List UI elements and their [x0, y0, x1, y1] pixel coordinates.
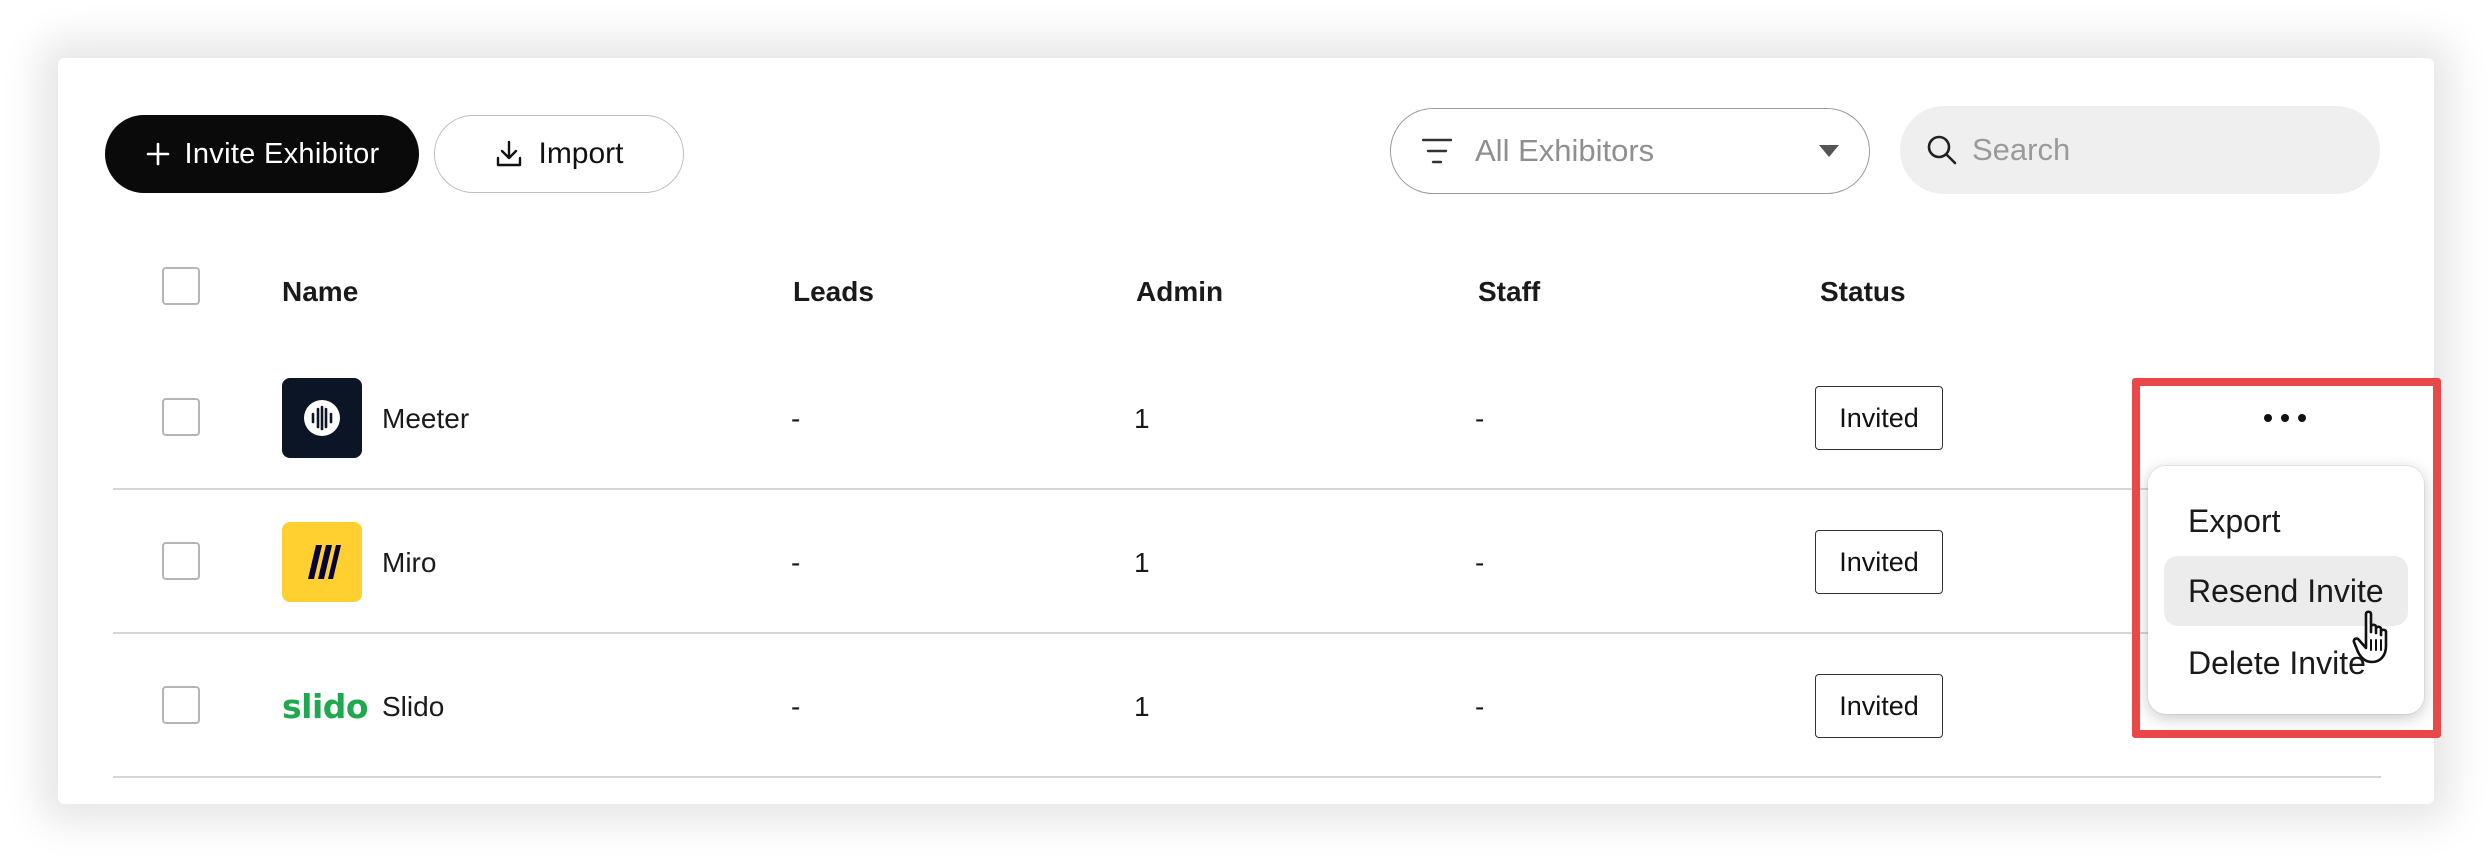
column-header-status[interactable]: Status — [1820, 276, 1906, 308]
staff-value: - — [1475, 403, 1485, 434]
row-divider — [113, 488, 2381, 490]
row-divider — [113, 776, 2381, 778]
search-input[interactable] — [1972, 132, 2352, 168]
slido-logo-text: slido — [282, 686, 369, 726]
miro-logo — [282, 522, 362, 602]
search-icon — [1927, 135, 1957, 165]
meeter-logo-icon — [304, 400, 340, 436]
download-icon — [497, 140, 522, 167]
exhibitor-name[interactable]: Miro — [382, 547, 436, 579]
leads-value: - — [791, 403, 801, 434]
menu-item-export[interactable]: Export — [2164, 486, 2408, 556]
column-header-leads[interactable]: Leads — [793, 276, 874, 308]
exhibitor-name[interactable]: Slido — [382, 691, 444, 723]
row-checkbox[interactable] — [162, 398, 200, 436]
status-badge: Invited — [1815, 530, 1943, 594]
invite-exhibitor-button[interactable]: Invite Exhibitor — [105, 115, 419, 193]
meeter-logo — [282, 378, 362, 458]
admin-value: 1 — [1134, 547, 1150, 578]
staff-value: - — [1475, 691, 1485, 722]
admin-value: 1 — [1134, 691, 1150, 722]
row-actions-kebab-icon[interactable] — [2255, 400, 2315, 436]
leads-value: - — [791, 691, 801, 722]
leads-value: - — [791, 547, 801, 578]
filter-icon — [1421, 138, 1453, 164]
row-divider — [113, 632, 2381, 634]
slido-logo: slido — [282, 666, 369, 746]
status-badge: Invited — [1815, 386, 1943, 450]
staff-value: - — [1475, 547, 1485, 578]
search-box[interactable] — [1900, 106, 2380, 194]
column-header-admin[interactable]: Admin — [1136, 276, 1223, 308]
row-checkbox[interactable] — [162, 542, 200, 580]
filter-value: All Exhibitors — [1475, 133, 1655, 168]
admin-value: 1 — [1134, 403, 1150, 434]
row-actions-menu: Export Resend Invite Delete Invite — [2148, 466, 2424, 714]
column-header-staff[interactable]: Staff — [1478, 276, 1540, 308]
exhibitor-name[interactable]: Meeter — [382, 403, 469, 435]
select-all-checkbox[interactable] — [162, 267, 200, 305]
status-badge: Invited — [1815, 674, 1943, 738]
import-button[interactable]: Import — [434, 115, 684, 193]
hand-pointer-cursor-icon — [2352, 610, 2388, 664]
invite-exhibitor-label: Invite Exhibitor — [184, 137, 380, 170]
exhibitor-filter-select[interactable]: All Exhibitors — [1390, 108, 1870, 194]
caret-down-icon — [1819, 145, 1839, 157]
plus-icon — [146, 142, 169, 166]
miro-logo-icon — [308, 545, 341, 579]
row-checkbox[interactable] — [162, 686, 200, 724]
column-header-name[interactable]: Name — [282, 276, 358, 308]
import-label: Import — [538, 137, 624, 170]
